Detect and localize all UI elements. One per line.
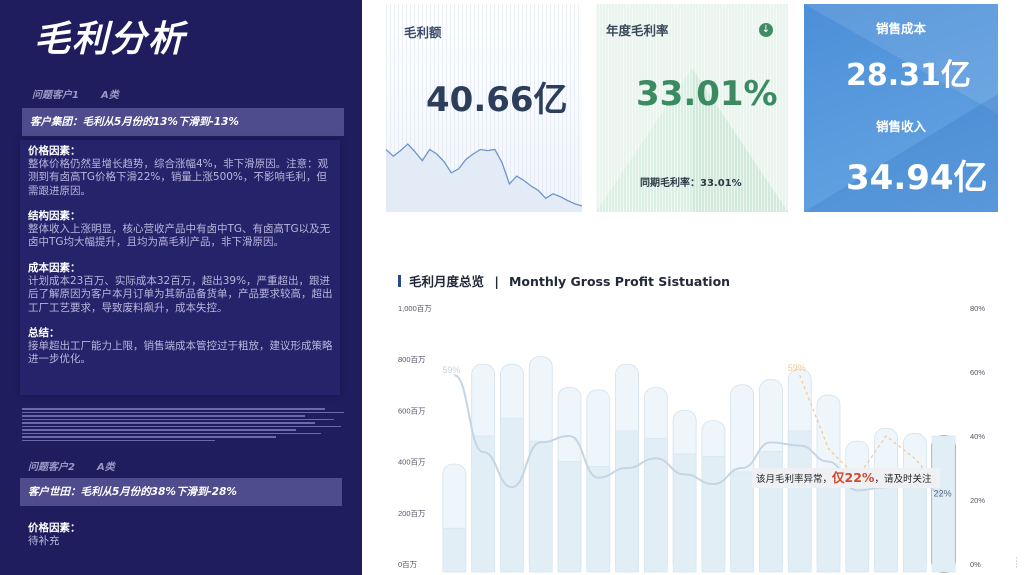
cost-factor-heading: 成本因素： <box>28 262 81 274</box>
structure-factor-text: 整体收入上涨明显，核心营收产品中有卤中TG、有卤高TG以及无卤中TG均大幅提升，… <box>28 223 331 249</box>
monthly-gross-profit-chart: 0百万 200百万 400百万 600百万 800百万 1,000百万 0% 20% 40% 60… <box>398 304 985 573</box>
sales-cost-label: 销售成本 <box>876 21 927 36</box>
summary-text: 接单超出工厂能力上限，销售端成本管控过于粗放，建议形成策略进一步优化。 <box>28 340 333 366</box>
y-tick-label: 400百万 <box>398 458 426 467</box>
gross-profit-label: 毛利额 <box>404 25 442 40</box>
y-tick-label: 800百万 <box>398 355 426 364</box>
price-factor-section: 价格因素： 整体价格仍然呈增长趋势，综合涨幅4%，非下滑原因。注意：观测到有卤高… <box>28 145 333 198</box>
structure-factor-section: 结构因素： 整体收入上涨明显，核心营收产品中有卤中TG、有卤高TG以及无卤中TG… <box>28 210 333 250</box>
annual-margin-value: 33.01% <box>636 74 778 114</box>
price-factor-heading: 价格因素： <box>28 145 81 157</box>
bar-inner <box>730 471 754 573</box>
cost-factor-text: 计划成本23百万、实际成本32百万，超出39%，严重超出，跟进后了解原因为客户本… <box>28 275 333 314</box>
annotation-prefix: 该月毛利率异常， <box>756 473 832 485</box>
chart-title-cn: 毛利月度总览 <box>409 274 485 289</box>
y-tick-label: 0百万 <box>398 560 418 569</box>
y2-tick-label: 0% <box>970 560 981 569</box>
bar-inner <box>557 461 582 573</box>
decorative-stripes <box>22 408 344 446</box>
y2-tick-label: 40% <box>970 432 985 441</box>
y2-tick-label: 20% <box>970 496 985 505</box>
customer2-price-section: 价格因素： 待补充 <box>28 522 333 548</box>
customer2-headline: 客户世田：毛利从5月份的38%下滑到-28% <box>20 478 342 506</box>
customer2-price-heading: 价格因素： <box>28 522 81 534</box>
bar-inner <box>528 440 553 573</box>
chart-title-marker <box>398 275 401 287</box>
peak-value-label: 59% <box>788 363 806 373</box>
y-tick-label: 1,000百万 <box>398 304 432 313</box>
bar-inner <box>442 527 467 573</box>
annotation-suffix: ，请及时关注 <box>874 473 932 485</box>
page-title: 毛利分析 <box>34 19 187 60</box>
customer1-type: A类 <box>100 90 119 101</box>
customer1-headline: 客户集团：毛利从5月份的13%下滑到-13% <box>22 108 344 136</box>
y2-tick-label: 60% <box>970 368 985 377</box>
bar-inner <box>500 417 524 573</box>
customer2-price-text: 待补充 <box>28 535 60 548</box>
annual-margin-card: 年度毛利率 ↓ 33.01% 同期毛利率：33.01% <box>596 4 788 212</box>
chart-title: 毛利月度总览 | Monthly Gross Profit Sistuation <box>398 271 730 290</box>
sparkline-area <box>386 144 582 212</box>
bar-inner <box>845 481 870 573</box>
y-tick-label: 600百万 <box>398 406 426 415</box>
yoy-margin-label: 同期毛利率： <box>640 178 700 189</box>
chart-title-separator: | <box>494 274 499 289</box>
sales-cost-revenue-card: 销售成本 28.31亿 销售收入 34.94亿 <box>804 4 998 212</box>
customer2-tag-label: 问题客户2 <box>28 462 75 473</box>
customer2-tag: 问题客户2 A类 <box>28 458 115 473</box>
annotation-highlight: 仅22% <box>831 470 875 485</box>
summary-heading: 总结： <box>28 327 60 339</box>
summary-section: 总结： 接单超出工厂能力上限，销售端成本管控过于粗放，建议形成策略进一步优化。 <box>28 327 333 367</box>
cost-factor-section: 成本因素： 计划成本23百万、实际成本32百万，超出39%，严重超出，跟进后了解… <box>28 262 333 315</box>
sales-revenue-label: 销售收入 <box>876 119 927 134</box>
bar-inner <box>701 456 726 573</box>
price-factor-text: 整体价格仍然呈增长趋势，综合涨幅4%，非下滑原因。注意：观测到有卤高TG价格下滑… <box>28 158 329 197</box>
down-arrow-icon: ↓ <box>759 23 773 37</box>
yoy-margin: 同期毛利率：33.01% <box>640 174 742 189</box>
anomaly-annotation: 该月毛利率异常，仅22%，请及时关注 <box>752 468 940 488</box>
bar-inner <box>586 466 611 573</box>
structure-factor-heading: 结构因素： <box>28 210 81 222</box>
bar-inner <box>787 430 812 573</box>
gross-profit-sparkline <box>386 143 582 212</box>
more-icon[interactable]: · · · · <box>1015 555 1018 573</box>
sales-cost-value: 28.31亿 <box>846 58 971 93</box>
y-tick-label: 200百万 <box>398 509 426 518</box>
customer1-tag: 问题客户1 A类 <box>32 86 119 101</box>
customer2-type: A类 <box>96 462 115 473</box>
bar-inner <box>931 435 956 573</box>
bar-inner <box>615 430 639 573</box>
last-value-label: 22% <box>934 489 952 499</box>
chart-title-en: Monthly Gross Profit Sistuation <box>508 274 731 289</box>
yoy-margin-value: 33.01% <box>700 178 742 189</box>
analysis-panel: 毛利分析 问题客户1 A类 客户集团：毛利从5月份的13%下滑到-13% 价格因素… <box>0 0 362 575</box>
gross-profit-value: 40.66亿 <box>426 80 568 120</box>
first-value-label: 59% <box>442 365 460 375</box>
customer1-tag-label: 问题客户1 <box>32 90 79 101</box>
y2-tick-label: 80% <box>970 304 985 313</box>
gross-profit-card: 毛利额 40.66亿 <box>386 4 582 212</box>
annual-margin-label: 年度毛利率 <box>606 23 669 38</box>
sales-revenue-value: 34.94亿 <box>846 158 988 198</box>
